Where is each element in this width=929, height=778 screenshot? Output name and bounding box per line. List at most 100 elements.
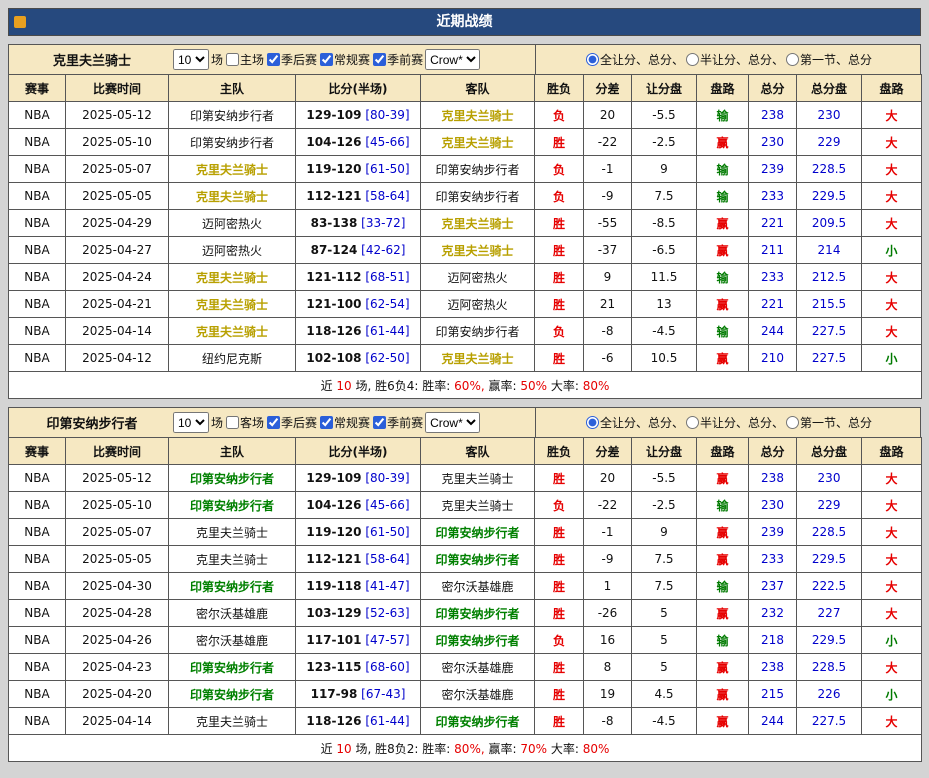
date-cell: 2025-05-07 (66, 519, 169, 546)
filter-right: 全让分、总分、 半让分、总分、 第一节、总分 (535, 408, 920, 437)
handicap-result-cell: 赢 (697, 681, 749, 708)
diff-cell: -22 (584, 492, 632, 519)
away-team-cell: 克里夫兰骑士 (421, 345, 535, 372)
regular-season-checkbox[interactable]: 常规赛 (320, 51, 370, 68)
over-under-cell: 大 (862, 291, 922, 318)
summary-row: 近 10 场, 胜8负2: 胜率: 80%, 赢率: 70% 大率: 80% (9, 735, 922, 762)
handicap-result-cell: 输 (697, 183, 749, 210)
preseason-checkbox[interactable]: 季前赛 (373, 51, 423, 68)
result-cell: 负 (535, 318, 584, 345)
total-line-cell: 230 (797, 102, 862, 129)
handicap-result-cell: 赢 (697, 291, 749, 318)
date-cell: 2025-04-14 (66, 318, 169, 345)
score-cell: 121-112 [68-51] (296, 264, 421, 291)
diff-cell: -55 (584, 210, 632, 237)
home-team-cell: 印第安纳步行者 (169, 654, 296, 681)
header-row: 赛事 比赛时间 主队 比分(半场) 客队 胜负 分差 让分盘 盘路 总分 总分盘… (9, 438, 922, 465)
preseason-checkbox[interactable]: 季前赛 (373, 414, 423, 431)
filter-right: 全让分、总分、 半让分、总分、 第一节、总分 (535, 45, 920, 74)
over-under-cell: 小 (862, 627, 922, 654)
away-team-cell: 印第安纳步行者 (421, 519, 535, 546)
over-under-cell: 大 (862, 546, 922, 573)
col-ou-result: 盘路 (862, 438, 922, 465)
total-line-cell: 227 (797, 600, 862, 627)
col-league: 赛事 (9, 75, 66, 102)
away-team-cell: 迈阿密热火 (421, 264, 535, 291)
col-result: 胜负 (535, 438, 584, 465)
games-count-select[interactable]: 10 (173, 49, 209, 70)
playoffs-checkbox[interactable]: 季后赛 (267, 414, 317, 431)
radio-full-handicap-total[interactable]: 全让分、总分、 (586, 51, 684, 68)
odds-company-select[interactable]: Crow* (425, 412, 480, 433)
diff-cell: 8 (584, 654, 632, 681)
score-cell: 121-100 [62-54] (296, 291, 421, 318)
total-line-cell: 229.5 (797, 627, 862, 654)
diff-cell: -37 (584, 237, 632, 264)
date-cell: 2025-05-07 (66, 156, 169, 183)
league-cell: NBA (9, 600, 66, 627)
col-score: 比分(半场) (296, 75, 421, 102)
league-cell: NBA (9, 345, 66, 372)
radio-half-handicap-total[interactable]: 半让分、总分、 (686, 414, 784, 431)
total-cell: 210 (749, 345, 797, 372)
game-row: NBA2025-04-14克里夫兰骑士118-126 [61-44]印第安纳步行… (9, 318, 922, 345)
over-under-cell: 大 (862, 318, 922, 345)
result-cell: 胜 (535, 345, 584, 372)
date-cell: 2025-04-21 (66, 291, 169, 318)
result-cell: 负 (535, 102, 584, 129)
radio-first-quarter-total[interactable]: 第一节、总分 (786, 414, 872, 431)
handicap-cell: 9 (632, 156, 697, 183)
score-cell: 117-98 [67-43] (296, 681, 421, 708)
game-row: NBA2025-04-24克里夫兰骑士121-112 [68-51]迈阿密热火胜… (9, 264, 922, 291)
result-cell: 胜 (535, 264, 584, 291)
date-cell: 2025-05-12 (66, 465, 169, 492)
venue-checkbox[interactable]: 主场 (226, 51, 264, 68)
home-team-cell: 克里夫兰骑士 (169, 318, 296, 345)
away-team-cell: 印第安纳步行者 (421, 156, 535, 183)
diff-cell: -1 (584, 519, 632, 546)
games-suffix-label: 场 (211, 414, 223, 431)
handicap-cell: -4.5 (632, 708, 697, 735)
league-cell: NBA (9, 465, 66, 492)
home-team-cell: 克里夫兰骑士 (169, 546, 296, 573)
radio-first-quarter-total[interactable]: 第一节、总分 (786, 51, 872, 68)
league-cell: NBA (9, 264, 66, 291)
score-cell: 118-126 [61-44] (296, 708, 421, 735)
date-cell: 2025-04-30 (66, 573, 169, 600)
games-count-select[interactable]: 10 (173, 412, 209, 433)
total-cell: 233 (749, 183, 797, 210)
total-line-cell: 209.5 (797, 210, 862, 237)
team-section-1: 克里夫兰骑士 10 场 主场 季后赛 常规赛 季前赛 Crow* (8, 44, 921, 399)
filter-bar: 克里夫兰骑士 10 场 主场 季后赛 常规赛 季前赛 Crow* (8, 44, 921, 74)
col-date: 比赛时间 (66, 438, 169, 465)
score-cell: 129-109 [80-39] (296, 102, 421, 129)
over-under-cell: 大 (862, 519, 922, 546)
diff-cell: -22 (584, 129, 632, 156)
result-cell: 负 (535, 627, 584, 654)
game-row: NBA2025-05-05克里夫兰骑士112-121 [58-64]印第安纳步行… (9, 546, 922, 573)
over-under-cell: 大 (862, 210, 922, 237)
total-line-cell: 214 (797, 237, 862, 264)
col-home: 主队 (169, 75, 296, 102)
handicap-cell: 5 (632, 627, 697, 654)
away-team-cell: 印第安纳步行者 (421, 627, 535, 654)
league-cell: NBA (9, 102, 66, 129)
radio-half-handicap-total[interactable]: 半让分、总分、 (686, 51, 784, 68)
radio-full-handicap-total[interactable]: 全让分、总分、 (586, 414, 684, 431)
home-team-cell: 迈阿密热火 (169, 210, 296, 237)
handicap-result-cell: 赢 (697, 129, 749, 156)
playoffs-checkbox[interactable]: 季后赛 (267, 51, 317, 68)
score-cell: 102-108 [62-50] (296, 345, 421, 372)
total-line-cell: 229 (797, 492, 862, 519)
col-home: 主队 (169, 438, 296, 465)
away-team-cell: 迈阿密热火 (421, 291, 535, 318)
result-cell: 负 (535, 492, 584, 519)
venue-checkbox[interactable]: 客场 (226, 414, 264, 431)
score-cell: 129-109 [80-39] (296, 465, 421, 492)
diff-cell: 20 (584, 102, 632, 129)
regular-season-checkbox[interactable]: 常规赛 (320, 414, 370, 431)
away-team-cell: 克里夫兰骑士 (421, 492, 535, 519)
total-cell: 221 (749, 291, 797, 318)
odds-company-select[interactable]: Crow* (425, 49, 480, 70)
total-line-cell: 212.5 (797, 264, 862, 291)
